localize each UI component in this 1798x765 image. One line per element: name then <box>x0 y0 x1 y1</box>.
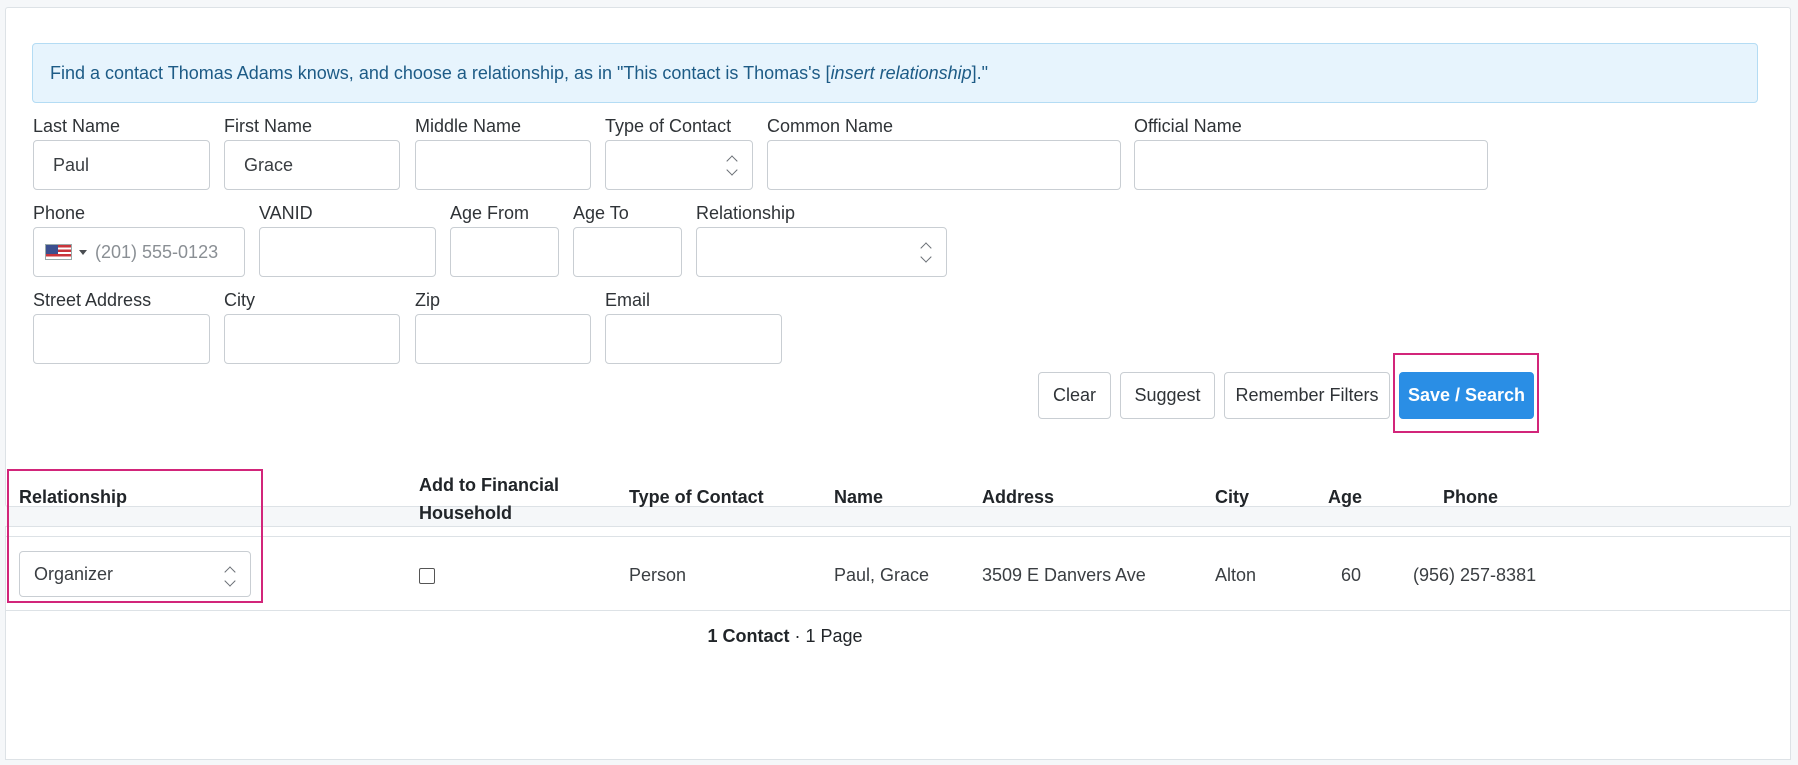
age-from-input[interactable] <box>450 227 559 277</box>
age-from-label: Age From <box>450 203 530 223</box>
age-to-input[interactable] <box>573 227 682 277</box>
middle-name-label: Middle Name <box>415 116 522 136</box>
instruction-alert: Find a contact Thomas Adams knows, and c… <box>32 43 1758 103</box>
zip-label: Zip <box>415 290 441 310</box>
us-flag-icon[interactable] <box>45 244 72 260</box>
email-input[interactable] <box>605 314 782 364</box>
city-label: City <box>224 290 255 310</box>
relationship-column-highlight <box>7 469 263 603</box>
col-header-add-financial-line1: Add to Financial <box>419 475 560 495</box>
type-of-contact-select[interactable] <box>605 140 753 190</box>
col-header-type-of-contact: Type of Contact <box>629 487 764 507</box>
table-header-divider <box>5 536 1791 537</box>
pagination-separator: · <box>789 626 806 646</box>
common-name-input[interactable] <box>767 140 1121 190</box>
col-header-add-financial: Add to Financial Household <box>419 471 559 527</box>
zip-input[interactable] <box>415 314 591 364</box>
col-header-age: Age <box>1328 487 1363 507</box>
contact-count: 1 Contact <box>707 626 790 646</box>
first-name-input[interactable]: Grace <box>224 140 400 190</box>
remember-filters-button[interactable]: Remember Filters <box>1224 372 1390 419</box>
relationship-filter-select[interactable] <box>696 227 947 277</box>
col-header-add-financial-line2: Household <box>419 503 512 523</box>
table-footer-divider <box>5 610 1791 611</box>
official-name-label: Official Name <box>1134 116 1242 136</box>
vanid-label: VANID <box>259 203 313 223</box>
age-to-label: Age To <box>573 203 629 223</box>
street-address-label: Street Address <box>33 290 152 310</box>
row-name: Paul, Grace <box>834 565 930 585</box>
first-name-label: First Name <box>224 116 313 136</box>
row-phone: (956) 257-8381 <box>1413 565 1537 585</box>
col-header-name: Name <box>834 487 884 507</box>
pagination-summary: 1 Contact · 1 Page <box>5 626 1565 647</box>
type-of-contact-label: Type of Contact <box>605 116 732 136</box>
phone-input[interactable]: (201) 555-0123 <box>33 227 245 277</box>
middle-name-input[interactable] <box>415 140 591 190</box>
alert-text-emphasis: insert relationship <box>830 63 972 83</box>
email-label: Email <box>605 290 651 310</box>
save-search-highlight <box>1393 353 1539 433</box>
col-header-address: Address <box>982 487 1055 507</box>
city-input[interactable] <box>224 314 400 364</box>
last-name-input[interactable]: Paul <box>33 140 210 190</box>
clear-button[interactable]: Clear <box>1038 372 1111 419</box>
page-count: 1 Page <box>805 626 863 646</box>
relationship-filter-label: Relationship <box>696 203 796 223</box>
row-address: 3509 E Danvers Ave <box>982 565 1146 585</box>
vanid-input[interactable] <box>259 227 436 277</box>
last-name-label: Last Name <box>33 116 121 136</box>
official-name-input[interactable] <box>1134 140 1488 190</box>
common-name-label: Common Name <box>767 116 894 136</box>
row-age: 60 <box>1341 565 1362 585</box>
col-header-city: City <box>1215 487 1250 507</box>
row-type-of-contact: Person <box>629 565 687 585</box>
phone-label: Phone <box>33 203 86 223</box>
row-city: Alton <box>1215 565 1257 585</box>
alert-text-prefix: Find a contact Thomas Adams knows, and c… <box>50 63 831 83</box>
suggest-button[interactable]: Suggest <box>1120 372 1215 419</box>
street-address-input[interactable] <box>33 314 210 364</box>
alert-text-suffix: ]." <box>971 63 989 83</box>
phone-placeholder: (201) 555-0123 <box>95 242 219 262</box>
col-header-phone: Phone <box>1443 487 1499 507</box>
add-to-financial-household-checkbox[interactable] <box>419 568 435 584</box>
country-dropdown-caret-icon[interactable] <box>79 250 87 255</box>
